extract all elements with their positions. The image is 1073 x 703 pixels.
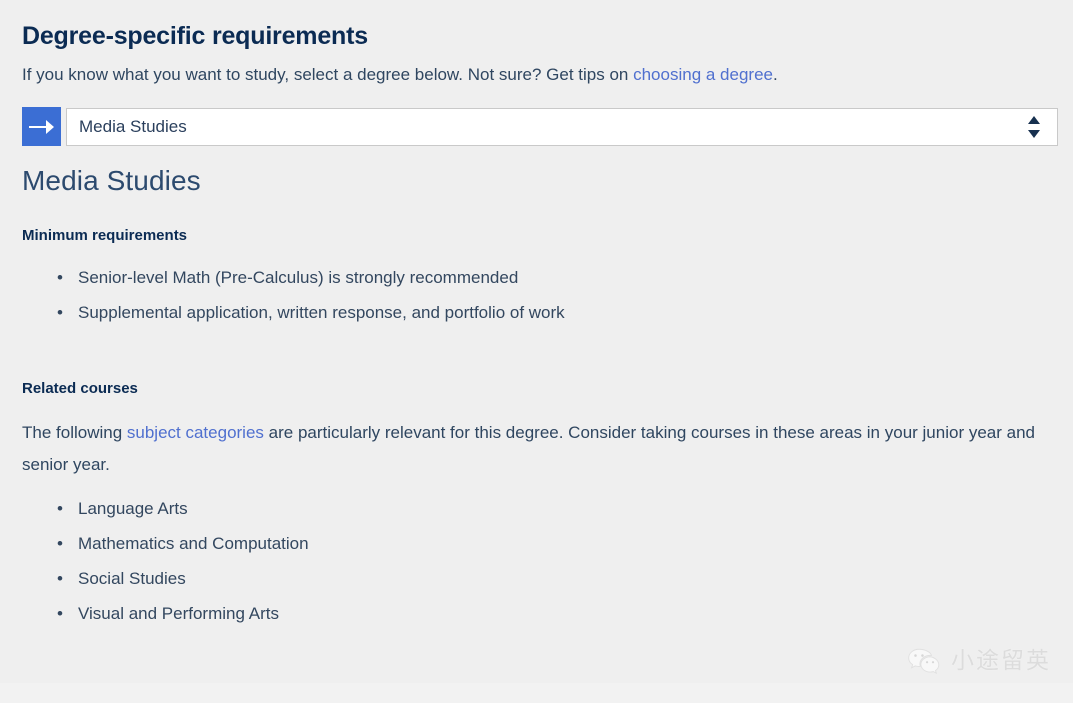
list-item: Senior-level Math (Pre-Calculus) is stro…: [57, 260, 1058, 295]
page-root: Degree-specific requirements If you know…: [0, 0, 1073, 703]
spinner-down-triangle: [1028, 129, 1040, 138]
related-courses-paragraph: The following subject categories are par…: [22, 417, 1058, 481]
degree-select-value: Media Studies: [79, 116, 187, 136]
list-item: Visual and Performing Arts: [57, 596, 1058, 631]
related-courses-heading: Related courses: [22, 380, 138, 397]
subject-categories-link[interactable]: subject categories: [127, 423, 264, 442]
intro-paragraph: If you know what you want to study, sele…: [22, 62, 1058, 88]
list-item: Mathematics and Computation: [57, 526, 1058, 561]
list-item: Supplemental application, written respon…: [57, 295, 1058, 330]
up-down-spinner-icon[interactable]: [1027, 115, 1041, 138]
content-column: Degree-specific requirements If you know…: [22, 0, 1058, 631]
bottom-strip: [0, 683, 1073, 703]
related-courses-list: Language Arts Mathematics and Computatio…: [22, 491, 1058, 631]
list-item: Social Studies: [57, 561, 1058, 596]
related-text-before-link: The following: [22, 423, 127, 442]
spinner-up-triangle: [1028, 115, 1040, 124]
minimum-requirements-heading: Minimum requirements: [22, 227, 188, 244]
intro-text-after-link: .: [772, 65, 778, 84]
minimum-requirements-list: Senior-level Math (Pre-Calculus) is stro…: [22, 260, 1058, 330]
degree-name-heading: Media Studies: [22, 165, 201, 196]
watermark-text: 小途留英: [951, 648, 1051, 674]
watermark: 小途留英: [907, 647, 1051, 675]
wechat-logo-icon: [908, 648, 940, 675]
degree-select-row: Media Studies: [22, 107, 1058, 146]
degree-select[interactable]: Media Studies: [66, 107, 1058, 146]
choosing-a-degree-link[interactable]: choosing a degree: [633, 65, 773, 84]
list-item: Language Arts: [57, 491, 1058, 526]
arrow-right-icon: [22, 107, 61, 146]
intro-text-before-link: If you know what you want to study, sele…: [22, 65, 634, 84]
page-title: Degree-specific requirements: [22, 22, 368, 50]
